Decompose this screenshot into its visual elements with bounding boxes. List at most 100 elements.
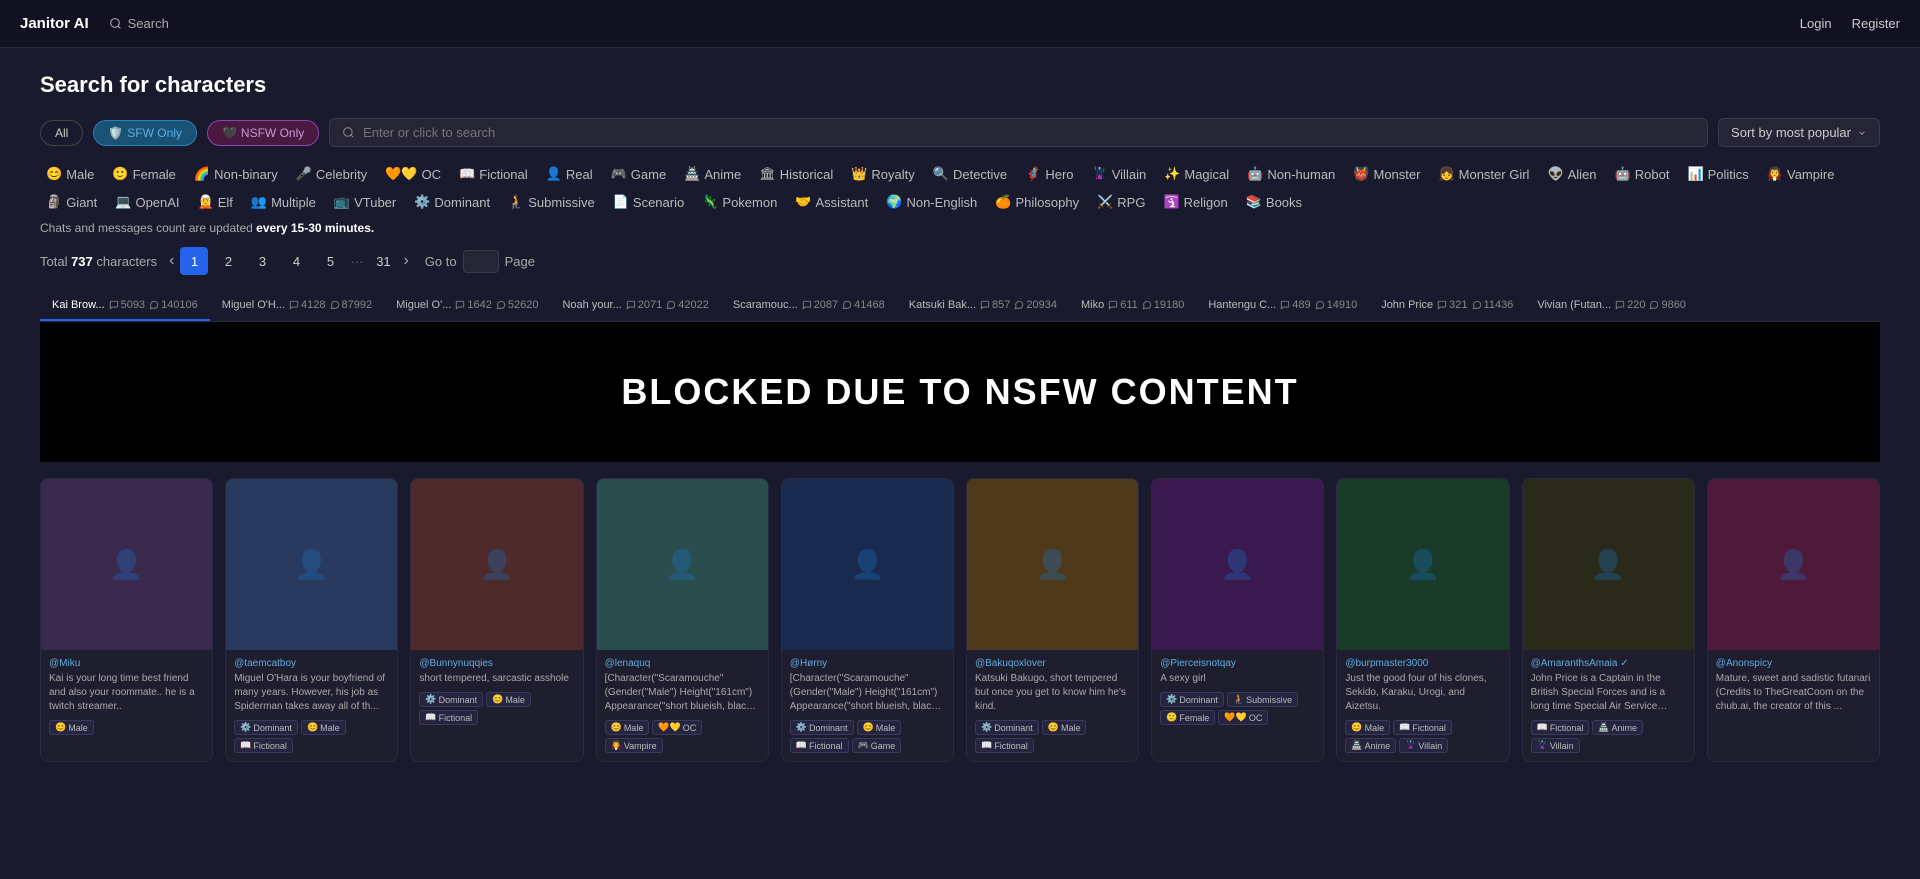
character-card[interactable]: 👤 @burpmaster3000 Just the good four of … [1336, 478, 1509, 762]
tag-item-detective[interactable]: 🔍Detective [927, 163, 1013, 185]
search-icon [109, 17, 122, 30]
next-page-button[interactable]: › [403, 252, 408, 270]
tag-item-openai[interactable]: 💻OpenAI [109, 191, 185, 213]
page-31-button[interactable]: 31 [369, 247, 397, 275]
card-author: @burpmaster3000 [1345, 658, 1500, 669]
card-tag: 📖Fictional [419, 710, 478, 725]
filter-sfw-button[interactable]: 🛡️ SFW Only [93, 120, 197, 146]
character-card[interactable]: 👤 @Hørny [Character("Scaramouche" (Gende… [781, 478, 954, 762]
tag-item-historical[interactable]: 🏛Historical [753, 163, 839, 185]
card-desc: Kai is your long time best friend and al… [49, 672, 204, 714]
char-tab-7[interactable]: Hantengu C... 489 14910 [1196, 291, 1369, 321]
tag-item-monster-girl[interactable]: 👧Monster Girl [1432, 163, 1535, 185]
char-tab-5[interactable]: Katsuki Bak... 857 20934 [897, 291, 1069, 321]
card-tag: 📖Fictional [1393, 720, 1452, 735]
tag-item-non-human[interactable]: 🤖Non-human [1241, 163, 1341, 185]
tag-item-fictional[interactable]: 📖Fictional [453, 163, 534, 185]
tag-item-magical[interactable]: ✨Magical [1158, 163, 1235, 185]
tag-item-vtuber[interactable]: 📺VTuber [328, 191, 402, 213]
filter-nsfw-button[interactable]: 🖤 NSFW Only [207, 120, 319, 146]
msg-icon [330, 300, 340, 310]
tag-item-non-binary[interactable]: 🌈Non-binary [188, 163, 284, 185]
card-desc: Miguel O'Hara is your boyfriend of many … [234, 672, 389, 714]
page-2-button[interactable]: 2 [214, 247, 242, 275]
tag-item-real[interactable]: 👤Real [540, 163, 599, 185]
character-card[interactable]: 👤 @Miku Kai is your long time best frien… [40, 478, 213, 762]
register-link[interactable]: Register [1852, 16, 1900, 31]
card-tag: 😊Male [857, 720, 902, 735]
char-tab-3[interactable]: Noah your... 2071 42022 [550, 291, 720, 321]
tag-item-vampire[interactable]: 🧛Vampire [1761, 163, 1841, 185]
card-desc: [Character("Scaramouche" (Gender("Male")… [605, 672, 760, 714]
search-input[interactable] [363, 125, 1695, 140]
card-tags: 😊Male [49, 720, 204, 735]
card-body: @Hørny [Character("Scaramouche" (Gender(… [782, 650, 953, 761]
header-search[interactable]: Search [109, 16, 169, 31]
msg-icon [666, 300, 676, 310]
char-tab-name: Scaramouc... [733, 299, 798, 311]
character-card[interactable]: 👤 @AmaranthsAmaia ✓ John Price is a Capt… [1522, 478, 1695, 762]
char-tab-8[interactable]: John Price 321 11436 [1369, 291, 1525, 321]
char-tab-9[interactable]: Vivian (Futan... 220 9860 [1525, 291, 1698, 321]
msg-icon [1142, 300, 1152, 310]
char-tab-name: Katsuki Bak... [909, 299, 976, 311]
character-card[interactable]: 👤 @lenaquq [Character("Scaramouche" (Gen… [596, 478, 769, 762]
card-tag: 😊Male [1042, 720, 1087, 735]
tag-item-game[interactable]: 🎮Game [605, 163, 673, 185]
character-card[interactable]: 👤 @Pierceisnotqay A sexy girl ⚙️Dominant… [1151, 478, 1324, 762]
character-card[interactable]: 👤 @Bunnynuqqies short tempered, sarcasti… [410, 478, 583, 762]
card-tag: 🦹Villain [1531, 738, 1580, 753]
page-3-button[interactable]: 3 [248, 247, 276, 275]
card-tags: ⚙️Dominant😊Male📖Fictional [975, 720, 1130, 753]
tag-item-robot[interactable]: 🤖Robot [1609, 163, 1676, 185]
sort-dropdown[interactable]: Sort by most popular [1718, 118, 1880, 147]
tag-item-oc[interactable]: 🧡💛OC [379, 163, 447, 185]
msg-icon [1649, 300, 1659, 310]
tag-item-rpg[interactable]: ⚔️RPG [1091, 191, 1151, 213]
tag-item-male[interactable]: 😊Male [40, 163, 100, 185]
tag-item-philosophy[interactable]: 🍊Philosophy [989, 191, 1085, 213]
card-author: @Bakuqoxlover [975, 658, 1130, 669]
page-5-button[interactable]: 5 [316, 247, 344, 275]
page-1-button[interactable]: 1 [180, 247, 208, 275]
tag-item-politics[interactable]: 📊Politics [1681, 163, 1754, 185]
char-tab-6[interactable]: Miko 611 19180 [1069, 291, 1196, 321]
tag-item-hero[interactable]: 🦸Hero [1019, 163, 1079, 185]
tag-item-royalty[interactable]: 👑Royalty [845, 163, 921, 185]
tag-item-pokemon[interactable]: 🦎Pokemon [696, 191, 783, 213]
char-tab-4[interactable]: Scaramouc... 2087 41468 [721, 291, 897, 321]
tag-item-scenario[interactable]: 📄Scenario [607, 191, 691, 213]
page-4-button[interactable]: 4 [282, 247, 310, 275]
tag-item-celebrity[interactable]: 🎤Celebrity [290, 163, 373, 185]
tag-item-alien[interactable]: 👽Alien [1541, 163, 1602, 185]
card-body: @Pierceisnotqay A sexy girl ⚙️Dominant🧎S… [1152, 650, 1323, 733]
char-tab-0[interactable]: Kai Brow... 5093 140106 [40, 291, 210, 321]
tag-item-non-english[interactable]: 🌍Non-English [880, 191, 983, 213]
tag-item-books[interactable]: 📚Books [1240, 191, 1308, 213]
go-to-input[interactable] [463, 250, 499, 273]
tag-item-assistant[interactable]: 🤝Assistant [789, 191, 874, 213]
card-tags: 😊Male📖Fictional🏯Anime🦹Villain [1345, 720, 1500, 753]
char-tab-2[interactable]: Miguel O'... 1642 52620 [384, 291, 550, 321]
tag-item-giant[interactable]: 🗿Giant [40, 191, 103, 213]
msg-icon [1315, 300, 1325, 310]
tag-item-submissive[interactable]: 🧎Submissive [502, 191, 601, 213]
tag-item-female[interactable]: 🙂Female [106, 163, 182, 185]
tag-item-religon[interactable]: 🛐Religon [1157, 191, 1233, 213]
character-card[interactable]: 👤 @taemcatboy Miguel O'Hara is your boyf… [225, 478, 398, 762]
login-link[interactable]: Login [1800, 16, 1832, 31]
prev-page-button[interactable]: ‹ [169, 252, 174, 270]
card-desc: [Character("Scaramouche" (Gender("Male")… [790, 672, 945, 714]
filter-all-button[interactable]: All [40, 120, 83, 146]
char-tab-name: John Price [1381, 299, 1433, 311]
tag-item-elf[interactable]: 🧝Elf [192, 191, 239, 213]
search-input-wrap[interactable] [329, 118, 1708, 147]
tag-item-anime[interactable]: 🏯Anime [678, 163, 747, 185]
tag-item-villain[interactable]: 🦹Villain [1086, 163, 1153, 185]
tag-item-monster[interactable]: 👹Monster [1347, 163, 1426, 185]
tag-item-dominant[interactable]: ⚙️Dominant [408, 191, 496, 213]
character-card[interactable]: 👤 @Bakuqoxlover Katsuki Bakugo, short te… [966, 478, 1139, 762]
tag-item-multiple[interactable]: 👥Multiple [245, 191, 322, 213]
character-card[interactable]: 👤 @Anonspicy Mature, sweet and sadistic … [1707, 478, 1880, 762]
char-tab-1[interactable]: Miguel O'H... 4128 87992 [210, 291, 384, 321]
